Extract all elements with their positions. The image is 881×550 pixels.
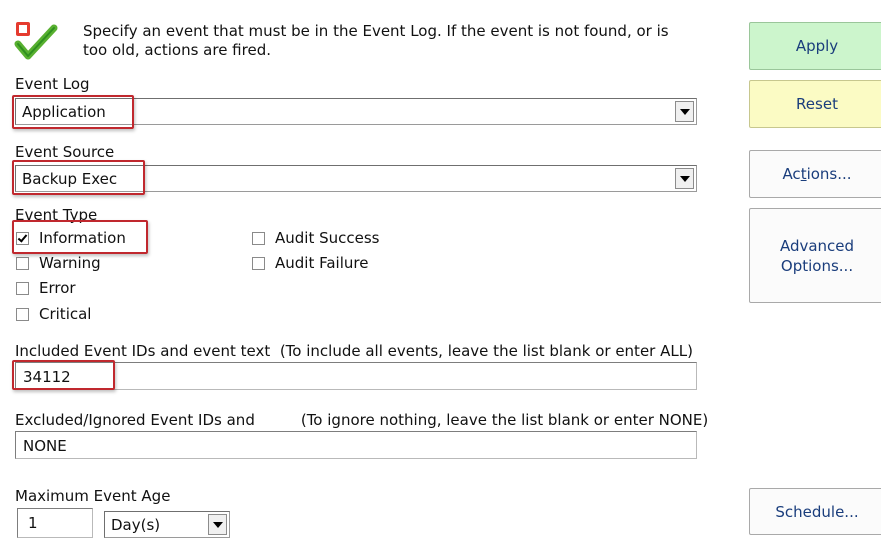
schedule-button[interactable]: Schedule...: [749, 488, 881, 535]
excluded-ids-label-text: Excluded/Ignored Event IDs and: [15, 411, 255, 429]
error-checkbox-row[interactable]: Error: [16, 278, 126, 298]
event-log-select[interactable]: Application: [15, 98, 697, 125]
error-checkbox[interactable]: [16, 281, 29, 295]
chevron-down-icon[interactable]: [675, 168, 694, 189]
information-label: Information: [39, 229, 126, 247]
actions-button[interactable]: Actions...: [749, 150, 881, 198]
max-age-input[interactable]: 1: [17, 508, 93, 538]
audit-success-checkbox-row[interactable]: Audit Success: [252, 228, 380, 248]
actions-label: Actions...: [782, 165, 851, 183]
chevron-down-icon[interactable]: [675, 101, 694, 122]
included-ids-label: Included Event IDs and event text (To in…: [15, 342, 693, 360]
warning-checkbox-row[interactable]: Warning: [16, 253, 126, 273]
chevron-down-icon[interactable]: [208, 514, 227, 535]
excluded-ids-label: Excluded/Ignored Event IDs and (To ignore…: [15, 411, 708, 429]
information-checkbox[interactable]: [16, 231, 29, 245]
event-source-value: Backup Exec: [22, 170, 118, 188]
actions-label-part: Ac: [782, 165, 801, 183]
advanced-options-button[interactable]: Advanced Options...: [749, 208, 881, 303]
description-text: Specify an event that must be in the Eve…: [83, 22, 669, 59]
actions-label-part: ions...: [806, 165, 852, 183]
information-checkbox-row[interactable]: Information: [16, 228, 126, 248]
checkmark-shield-icon: [14, 20, 60, 66]
advanced-options-line2: Options...: [780, 256, 854, 275]
critical-label: Critical: [39, 305, 92, 323]
max-age-unit-select[interactable]: Day(s): [104, 511, 230, 538]
included-ids-hint: (To include all events, leave the list b…: [279, 342, 693, 360]
event-type-column-left: Information Warning Error Critical: [16, 228, 126, 324]
event-source-select[interactable]: Backup Exec: [15, 165, 697, 192]
warning-label: Warning: [39, 254, 101, 272]
warning-checkbox[interactable]: [16, 256, 29, 270]
event-type-column-right: Audit Success Audit Failure: [252, 228, 380, 273]
reset-button[interactable]: Reset: [749, 80, 881, 128]
advanced-options-line1: Advanced: [779, 236, 855, 255]
critical-checkbox[interactable]: [16, 307, 29, 321]
audit-success-label: Audit Success: [275, 229, 380, 247]
audit-failure-checkbox[interactable]: [252, 256, 265, 270]
excluded-ids-input[interactable]: NONE: [15, 431, 697, 459]
excluded-ids-value: NONE: [23, 437, 67, 455]
included-ids-input[interactable]: 34112: [15, 362, 697, 390]
audit-failure-label: Audit Failure: [275, 254, 369, 272]
event-log-label: Event Log: [15, 75, 90, 93]
included-ids-value: 34112: [23, 368, 71, 386]
audit-failure-checkbox-row[interactable]: Audit Failure: [252, 253, 380, 273]
excluded-ids-hint: (To ignore nothing, leave the list blank…: [300, 411, 709, 429]
event-source-label: Event Source: [15, 143, 115, 161]
critical-checkbox-row[interactable]: Critical: [16, 304, 126, 324]
apply-button[interactable]: Apply: [749, 22, 881, 70]
error-label: Error: [39, 279, 76, 297]
max-age-label: Maximum Event Age: [15, 487, 171, 505]
audit-success-checkbox[interactable]: [252, 231, 265, 245]
included-ids-label-text: Included Event IDs and event text: [15, 342, 271, 360]
event-log-value: Application: [22, 103, 106, 121]
event-type-label: Event Type: [15, 206, 98, 224]
max-age-value: 1: [28, 514, 38, 532]
max-age-unit-value: Day(s): [111, 516, 161, 534]
